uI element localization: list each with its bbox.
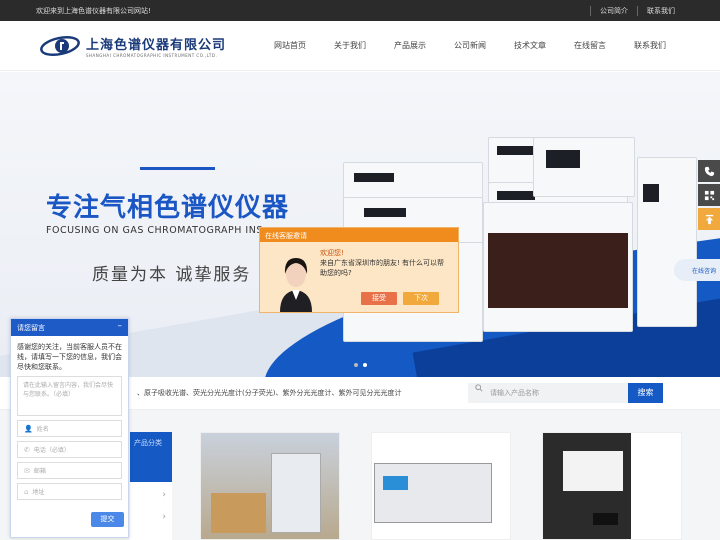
qr-code-icon[interactable] <box>698 184 720 206</box>
banner-pagination <box>354 363 367 367</box>
nav-about[interactable]: 关于我们 <box>320 40 380 51</box>
product-card[interactable] <box>200 432 340 540</box>
nav-message[interactable]: 在线留言 <box>560 40 620 51</box>
online-consult-button[interactable]: 在线咨询 <box>674 259 720 281</box>
product-card[interactable] <box>542 432 682 540</box>
phone-field[interactable]: ✆ 电话（必填） <box>17 441 122 458</box>
back-to-top-icon[interactable] <box>698 208 720 230</box>
main-nav: 网站首页 关于我们 产品展示 公司新闻 技术文章 在线留言 联系我们 <box>260 40 680 51</box>
hot-keywords[interactable]: 、原子吸收光谱、荧光分光光度计(分子荧光)、紫外分光光度计、紫外可见分光光度计 <box>137 388 401 398</box>
message-panel-intro: 感谢您的关注，当前客服人员不在线，请填写一下您的信息，我们会尽快和您联系。 <box>17 343 122 371</box>
right-float-toolbar <box>698 160 720 232</box>
phone-icon[interactable] <box>698 160 720 182</box>
chat-popup-header: 在线客服邀请 <box>260 228 458 242</box>
banner-slogan: 质量为本 诚挚服务 <box>92 265 252 285</box>
submit-button[interactable]: 提交 <box>91 512 124 527</box>
nav-articles[interactable]: 技术文章 <box>500 40 560 51</box>
product-image <box>543 433 631 539</box>
chat-greeting: 欢迎您! <box>320 249 344 257</box>
minimize-icon[interactable]: – <box>118 321 123 331</box>
message-textarea[interactable]: 请在此输入留言内容，我们会尽快与您联系。（必填） <box>17 376 122 416</box>
name-field[interactable]: 👤 姓名 <box>17 420 122 437</box>
product-category-header[interactable]: 产品分类 <box>130 432 172 482</box>
chat-message: 来自广东省深圳市的朋友! 有什么可以帮助您的吗? <box>320 259 445 277</box>
logo[interactable]: 上海色谱仪器有限公司 SHANGHAI CHROMATOGRAPHIC INST… <box>40 34 260 58</box>
agent-avatar <box>274 248 318 312</box>
product-search-input[interactable]: 请输入产品名称 <box>468 383 628 403</box>
nav-home[interactable]: 网站首页 <box>260 40 320 51</box>
banner-accent-line <box>140 167 215 170</box>
nav-news[interactable]: 公司新闻 <box>440 40 500 51</box>
chat-accept-button[interactable]: 接受 <box>361 292 397 305</box>
banner-title: 专注气相色谱仪仪器 <box>46 193 290 223</box>
nav-contact[interactable]: 联系我们 <box>620 40 680 51</box>
phone-icon: ✆ <box>24 445 30 454</box>
product-card[interactable] <box>371 432 511 540</box>
message-panel-title: 请您留言 <box>17 324 45 332</box>
email-field[interactable]: ✉ 邮箱 <box>17 462 122 479</box>
logo-english: SHANGHAI CHROMATOGRAPHIC INSTRUMENT CO.,… <box>86 52 218 58</box>
location-icon: ⌂ <box>24 487 29 496</box>
logo-icon <box>40 35 80 57</box>
banner-dot-1[interactable] <box>354 363 358 367</box>
user-icon: 👤 <box>24 424 33 433</box>
top-link-about[interactable]: 公司简介 <box>590 5 637 16</box>
chevron-right-icon[interactable]: › <box>162 490 166 500</box>
site-header: 上海色谱仪器有限公司 SHANGHAI CHROMATOGRAPHIC INST… <box>0 21 720 71</box>
nav-products[interactable]: 产品展示 <box>380 40 440 51</box>
banner-subtitle: FOCUSING ON GAS CHROMATOGRAPH INS <box>46 225 263 236</box>
top-bar: 欢迎来到上海色谱仪器有限公司网站! 公司简介 联系我们 <box>0 0 720 21</box>
top-link-contact[interactable]: 联系我们 <box>637 5 684 16</box>
mail-icon: ✉ <box>24 466 30 475</box>
logo-name: 上海色谱仪器有限公司 <box>86 37 227 53</box>
address-field[interactable]: ⌂ 地址 <box>17 483 122 500</box>
search-button[interactable]: 搜索 <box>628 383 663 403</box>
product-category-label: 产品分类 <box>134 439 162 447</box>
top-links: 公司简介 联系我们 <box>590 5 684 16</box>
chat-later-button[interactable]: 下次 <box>403 292 439 305</box>
welcome-text: 欢迎来到上海色谱仪器有限公司网站! <box>36 6 151 15</box>
product-image <box>372 433 510 539</box>
chat-invitation-popup: 在线客服邀请 欢迎您! 来自广东省深圳市的朋友! 有什么可以帮助您的吗? 接受 … <box>259 227 459 313</box>
product-category-list: › › <box>130 482 172 540</box>
chevron-right-icon[interactable]: › <box>162 512 166 522</box>
product-image <box>201 433 339 539</box>
search-icon <box>475 384 483 392</box>
leave-message-panel: 请您留言 – 感谢您的关注，当前客服人员不在线，请填写一下您的信息，我们会尽快和… <box>10 318 129 538</box>
message-panel-header: 请您留言 – <box>11 319 128 336</box>
banner-dot-2[interactable] <box>363 363 367 367</box>
online-consult-label: 在线咨询 <box>691 267 716 275</box>
